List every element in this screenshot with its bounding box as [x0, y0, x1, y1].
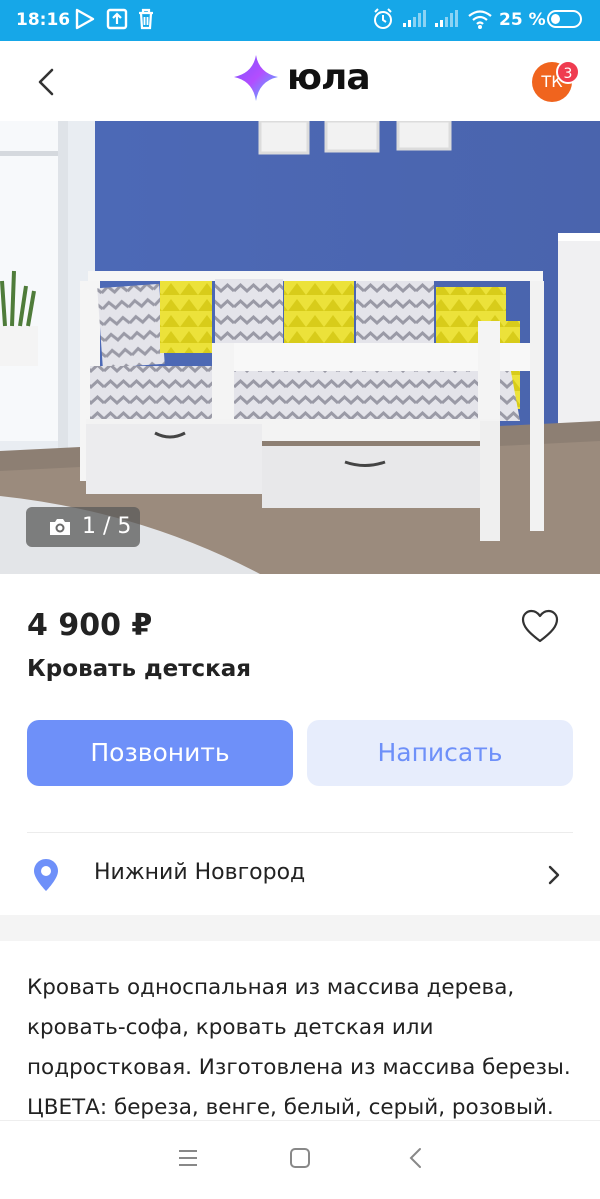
favorite-heart-icon[interactable] [520, 607, 560, 647]
write-message-button[interactable]: Написать [307, 720, 573, 786]
location-row[interactable]: Нижний Новгород [0, 833, 600, 915]
location-pin-icon [34, 859, 58, 891]
listing-description: Кровать односпальная из массива дерева, … [27, 975, 571, 1120]
home-icon[interactable] [288, 1146, 312, 1170]
location-city: Нижний Новгород [94, 860, 306, 885]
signal-icon [403, 10, 426, 27]
back-arrow-icon[interactable] [28, 62, 68, 102]
photo-counter: 1 / 5 [26, 507, 140, 547]
camera-icon [50, 519, 70, 535]
app-header: юла ТК 3 [0, 41, 600, 121]
listing-photo[interactable]: 1 / 5 [0, 121, 600, 574]
photo-counter-text: 1 / 5 [82, 514, 132, 539]
chevron-right-icon [548, 865, 560, 885]
signal-icon-2 [435, 10, 458, 27]
upload-icon [106, 8, 128, 30]
battery-percent: 25 % [499, 10, 546, 30]
yula-logo[interactable]: юла [232, 53, 372, 103]
trash-icon [139, 8, 153, 30]
play-store-icon [75, 8, 95, 30]
listing-price: 4 900 ₽ [27, 608, 153, 643]
system-nav-bar [0, 1120, 600, 1199]
alarm-icon [374, 8, 392, 29]
status-time: 18:16 [16, 10, 71, 30]
logo-star-icon [234, 55, 278, 101]
wifi-icon [468, 10, 492, 29]
section-separator [0, 915, 600, 941]
nav-back-icon[interactable] [404, 1146, 428, 1170]
call-button[interactable]: Позвонить [27, 720, 293, 786]
listing-title: Кровать детская [27, 656, 252, 682]
menu-icon[interactable] [176, 1146, 200, 1170]
status-bar: 18:16 25 % [0, 0, 600, 41]
logo-text: юла [287, 57, 371, 98]
notification-badge: 3 [556, 60, 580, 84]
battery-icon [547, 10, 582, 28]
